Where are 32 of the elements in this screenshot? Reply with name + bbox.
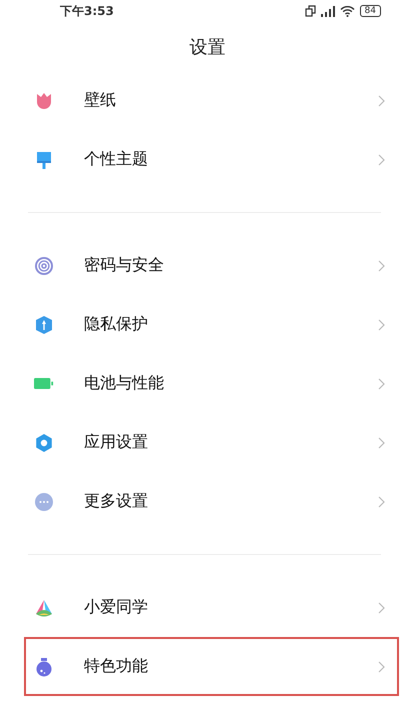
chevron-icon (378, 260, 385, 272)
settings-item[interactable]: 应用设置 (24, 413, 399, 472)
settings-item[interactable]: 电池与性能 (24, 354, 399, 413)
status-time: 下午3:53 (60, 2, 114, 20)
settings-item[interactable]: 特色功能 (24, 637, 399, 696)
tulip-icon (34, 90, 54, 110)
fingerprint-icon (34, 256, 54, 276)
chevron-icon (378, 660, 385, 672)
battery-level: 84 (360, 5, 381, 17)
signal-icon (320, 6, 335, 16)
letter-shape-icon (34, 598, 54, 618)
shield-icon (34, 314, 54, 334)
chevron-icon (378, 318, 385, 330)
chevron-icon (378, 154, 385, 166)
flask-icon (34, 656, 54, 676)
settings-item[interactable]: 个性主题 (24, 130, 399, 189)
chevron-icon (378, 378, 385, 390)
more-icon (34, 492, 54, 512)
dual-screen-icon (304, 5, 316, 17)
wifi-icon (340, 5, 355, 17)
chevron-icon (378, 496, 385, 508)
settings-item[interactable]: 小爱同学 (24, 578, 399, 637)
chevron-icon (378, 602, 385, 614)
settings-item[interactable]: 密码与安全 (24, 236, 399, 295)
settings-item[interactable]: 更多设置 (24, 472, 399, 531)
page-title: 设置 (188, 36, 226, 60)
settings-item[interactable]: 隐私保护 (24, 295, 399, 354)
settings-item[interactable]: 壁纸 (24, 71, 399, 130)
chevron-icon (378, 94, 385, 106)
gear-icon (34, 432, 54, 452)
paint-roller-icon (34, 150, 54, 170)
chevron-icon (378, 436, 385, 448)
